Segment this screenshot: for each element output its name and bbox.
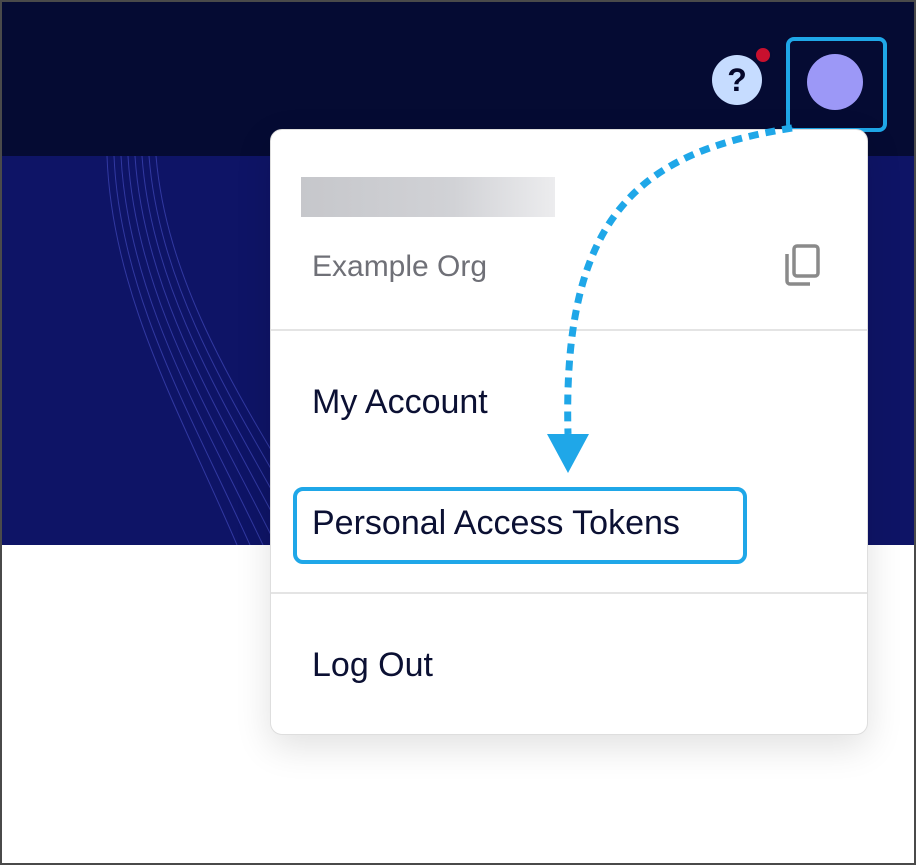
dotted-arrow-annotation [547, 124, 793, 473]
screenshot-frame: ? Example Org My Account Personal Access… [0, 0, 916, 865]
